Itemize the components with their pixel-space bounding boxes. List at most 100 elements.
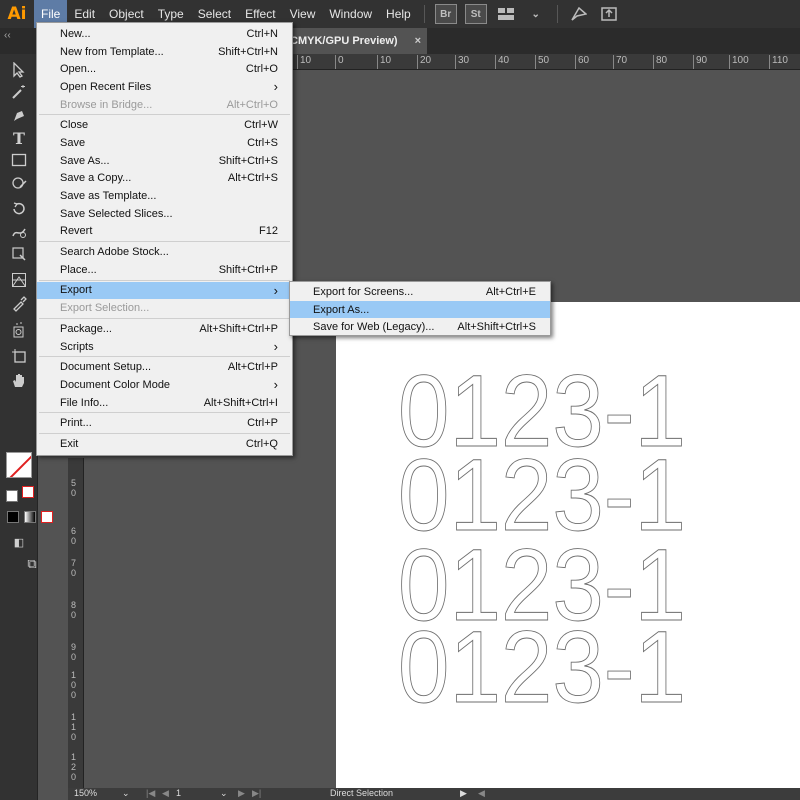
menu-item-label: Export <box>60 284 92 297</box>
first-artboard-icon[interactable]: |◀ <box>146 788 155 799</box>
hand-tool-icon[interactable] <box>9 370 29 390</box>
menu-item-save-for-web-legacy[interactable]: Save for Web (Legacy)... Alt+Shift+Ctrl+S <box>290 318 550 336</box>
workspace-icon[interactable] <box>495 4 517 24</box>
next-artboard-icon[interactable]: ▶ <box>238 788 245 799</box>
perspective-grid-icon[interactable] <box>9 270 29 290</box>
menu-window[interactable]: Window <box>322 0 379 28</box>
menu-item-export-as[interactable]: Export As... <box>290 300 550 319</box>
artboard[interactable]: 0123-1 0123-1 0123-1 0123-1 <box>336 302 800 788</box>
menu-item-save-as[interactable]: Save As... Shift+Ctrl+S <box>37 152 292 170</box>
menu-item-shortcut: Alt+Ctrl+E <box>485 285 536 298</box>
default-fill-stroke-icon[interactable] <box>6 490 18 502</box>
menu-item-label: Revert <box>60 225 93 238</box>
menu-item-label: Save <box>60 136 86 149</box>
menu-item-place[interactable]: Place... Shift+Ctrl+P <box>37 261 292 279</box>
menu-item-scripts[interactable]: Scripts › <box>37 338 292 356</box>
menu-item-save-as-template[interactable]: Save as Template... <box>37 187 292 205</box>
menu-item-new[interactable]: New... Ctrl+N <box>37 25 292 43</box>
close-icon[interactable]: × <box>415 35 421 47</box>
menu-item-revert[interactable]: Revert F12 <box>37 223 292 241</box>
menu-item-new-from-template[interactable]: New from Template... Shift+Ctrl+N <box>37 43 292 61</box>
ruler-tick-label: 9 0 <box>71 642 77 662</box>
ruler-tick-label: 1 2 0 <box>71 752 77 782</box>
free-transform-icon[interactable] <box>9 244 29 264</box>
swap-fill-stroke-icon[interactable] <box>22 486 34 498</box>
menu-item-save-a-copy[interactable]: Save a Copy... Alt+Ctrl+S <box>37 170 292 188</box>
menu-item-print[interactable]: Print... Ctrl+P <box>37 414 292 432</box>
fill-stroke-swatch[interactable] <box>6 452 32 478</box>
vertical-ruler[interactable]: 5 0 6 0 7 0 8 0 9 0 1 0 0 1 1 0 1 2 0 <box>68 458 84 788</box>
menu-item-shortcut: Ctrl+S <box>247 136 278 149</box>
menu-item-browse-in-bridge: Browse in Bridge... Alt+Ctrl+O <box>37 96 292 114</box>
draw-mode-icon[interactable]: ◧ <box>9 532 29 552</box>
chevron-down-icon[interactable]: ⌄ <box>525 4 547 24</box>
menu-item-document-setup[interactable]: Document Setup... Alt+Ctrl+P <box>37 358 292 376</box>
menu-item-package[interactable]: Package... Alt+Shift+Ctrl+P <box>37 320 292 338</box>
warp-tool-icon[interactable] <box>9 222 29 242</box>
chevron-down-icon[interactable]: ⌄ <box>122 788 130 799</box>
document-tab[interactable]: CMYK/GPU Preview) × <box>282 28 427 54</box>
menu-item-export-for-screens[interactable]: Export for Screens... Alt+Ctrl+E <box>290 283 550 301</box>
stock-icon[interactable]: St <box>464 4 487 24</box>
menu-item-shortcut: F12 <box>259 225 278 238</box>
gpu-icon[interactable] <box>568 4 590 24</box>
collapse-panels-icon[interactable]: ‹‹ <box>4 30 11 41</box>
menubar-divider <box>423 5 425 23</box>
none-mode-icon[interactable] <box>41 511 53 523</box>
menu-item-exit[interactable]: Exit Ctrl+Q <box>37 435 292 453</box>
menu-item-close[interactable]: Close Ctrl+W <box>37 116 292 134</box>
status-menu-icon[interactable]: ▶ <box>460 788 467 799</box>
outlined-text-line[interactable]: 0123-1 <box>398 610 687 725</box>
chevron-right-icon: › <box>273 339 278 355</box>
eyedropper-icon[interactable] <box>9 294 29 314</box>
horizontal-ruler[interactable]: 10 0 10 20 30 40 50 60 70 80 90 100 110 <box>292 54 800 70</box>
zoom-level[interactable]: 150% <box>74 788 97 798</box>
rotate-tool-icon[interactable] <box>9 199 29 219</box>
bridge-icon[interactable]: Br <box>434 4 457 24</box>
menu-item-shortcut: Alt+Shift+Ctrl+P <box>199 322 278 335</box>
ruler-tick-label: 10 <box>376 55 392 69</box>
menu-separator <box>39 114 290 116</box>
menu-item-label: Print... <box>60 417 92 430</box>
menu-help[interactable]: Help <box>379 0 418 28</box>
menu-item-label: Save as Template... <box>60 190 157 203</box>
ruler-tick-label: 10 <box>296 55 312 69</box>
pen-tool-icon[interactable] <box>9 106 29 126</box>
menu-item-save-selected-slices[interactable]: Save Selected Slices... <box>37 205 292 223</box>
ruler-tick-label: 110 <box>769 55 788 69</box>
menu-item-export[interactable]: Export › <box>37 281 292 300</box>
tools-panel: T ◧ ⧉ <box>0 54 53 800</box>
menu-item-label: New... <box>60 27 91 40</box>
rectangle-tool-icon[interactable] <box>9 150 29 170</box>
menu-item-search-adobe-stock[interactable]: Search Adobe Stock... <box>37 243 292 261</box>
selection-tool-icon[interactable] <box>9 60 29 80</box>
artboard-number[interactable]: 1 <box>176 788 181 798</box>
magic-wand-icon[interactable] <box>9 82 29 102</box>
menu-item-label: Export As... <box>313 303 370 316</box>
gradient-mode-icon[interactable] <box>24 511 36 523</box>
menu-item-file-info[interactable]: File Info... Alt+Shift+Ctrl+I <box>37 394 292 412</box>
menu-item-shortcut: Shift+Ctrl+P <box>218 263 278 276</box>
menu-item-open[interactable]: Open... Ctrl+O <box>37 60 292 78</box>
shaper-tool-icon[interactable] <box>9 173 29 193</box>
last-artboard-icon[interactable]: ▶| <box>252 788 261 799</box>
artboard-tool-icon[interactable] <box>9 346 29 366</box>
menu-item-shortcut: Alt+Ctrl+O <box>226 98 278 111</box>
scroll-left-icon[interactable]: ◀ <box>478 788 485 799</box>
ruler-tick-label: 8 0 <box>71 600 77 620</box>
menu-item-document-color-mode[interactable]: Document Color Mode › <box>37 376 292 394</box>
color-mode-icon[interactable] <box>7 511 19 523</box>
chevron-down-icon[interactable]: ⌄ <box>220 788 228 799</box>
menu-item-label: Browse in Bridge... <box>60 98 153 111</box>
type-tool-icon[interactable]: T <box>9 128 29 148</box>
menu-item-open-recent-files[interactable]: Open Recent Files › <box>37 78 292 96</box>
menu-separator <box>39 241 290 243</box>
previous-artboard-icon[interactable]: ◀ <box>162 788 169 799</box>
menu-item-shortcut: Shift+Ctrl+N <box>218 45 278 58</box>
symbol-sprayer-icon[interactable] <box>9 320 29 340</box>
screen-mode-icon[interactable]: ⧉ <box>22 554 42 574</box>
ruler-tick-label: 0 <box>335 55 344 69</box>
illustrator-logo[interactable]: Ai <box>0 0 34 28</box>
menu-item-save[interactable]: Save Ctrl+S <box>37 134 292 152</box>
publish-icon[interactable] <box>598 4 620 24</box>
